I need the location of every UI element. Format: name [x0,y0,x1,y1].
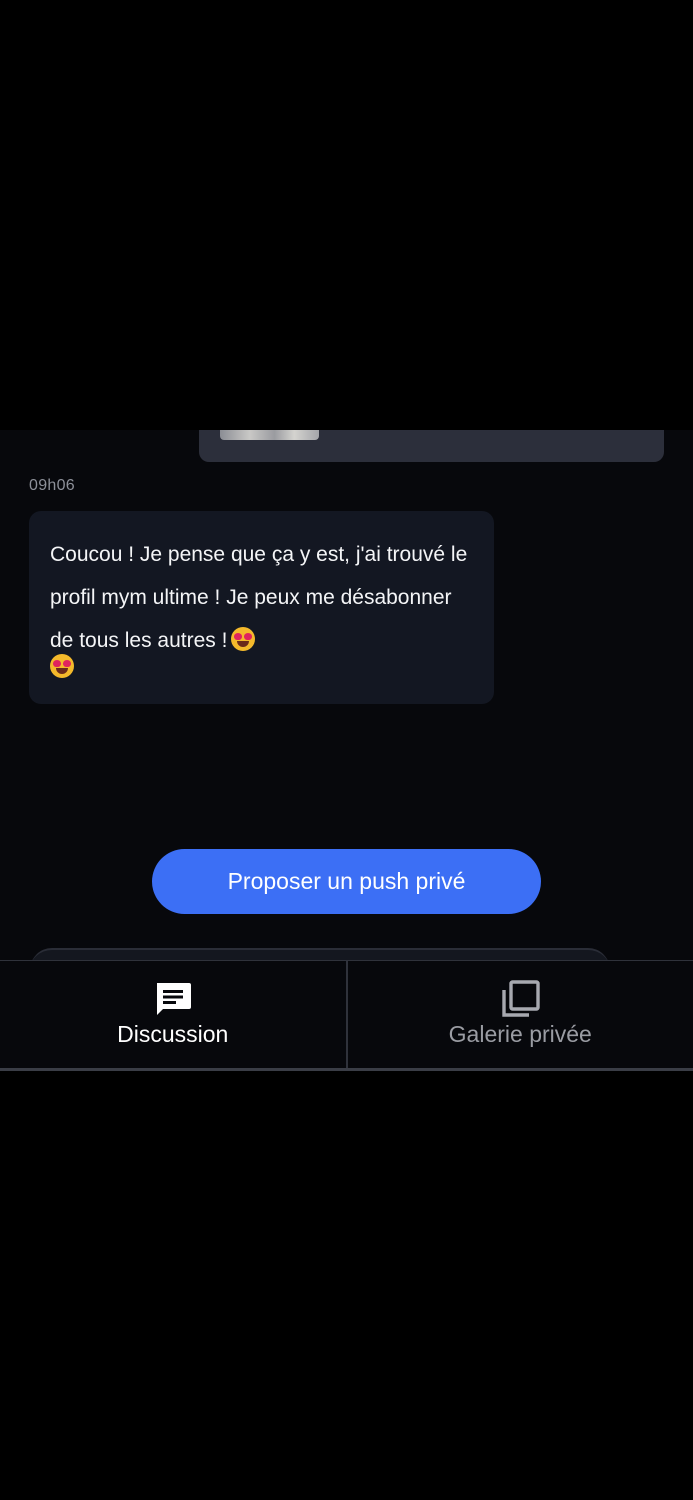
screen: 09h06 Coucou ! Je pense que ça y est, j'… [0,0,693,1500]
sent-message-bubble[interactable] [199,430,664,462]
received-message-bubble: Coucou ! Je pense que ça y est, j'ai tro… [29,511,494,704]
tab-discussion-label: Discussion [117,1021,229,1047]
gallery-icon [502,980,540,1017]
propose-private-push-button[interactable]: Proposer un push privé [152,849,541,914]
heart-eyes-emoji-icon [231,627,256,651]
received-message-text: Coucou ! Je pense que ça y est, j'ai tro… [50,543,468,652]
chat-thread[interactable]: 09h06 Coucou ! Je pense que ça y est, j'… [0,430,693,960]
heart-eyes-emoji-icon [50,654,74,678]
message-input-bar[interactable] [30,948,610,960]
sent-image-thumbnail[interactable] [220,430,319,440]
tab-private-gallery-label: Galerie privée [448,1021,592,1047]
bottom-tab-bar: Discussion Galerie privée [0,960,693,1071]
tab-private-gallery[interactable]: Galerie privée [345,961,693,1068]
chat-bubble-icon [156,983,191,1015]
tab-discussion[interactable]: Discussion [0,961,346,1068]
message-timestamp: 09h06 [29,477,75,494]
